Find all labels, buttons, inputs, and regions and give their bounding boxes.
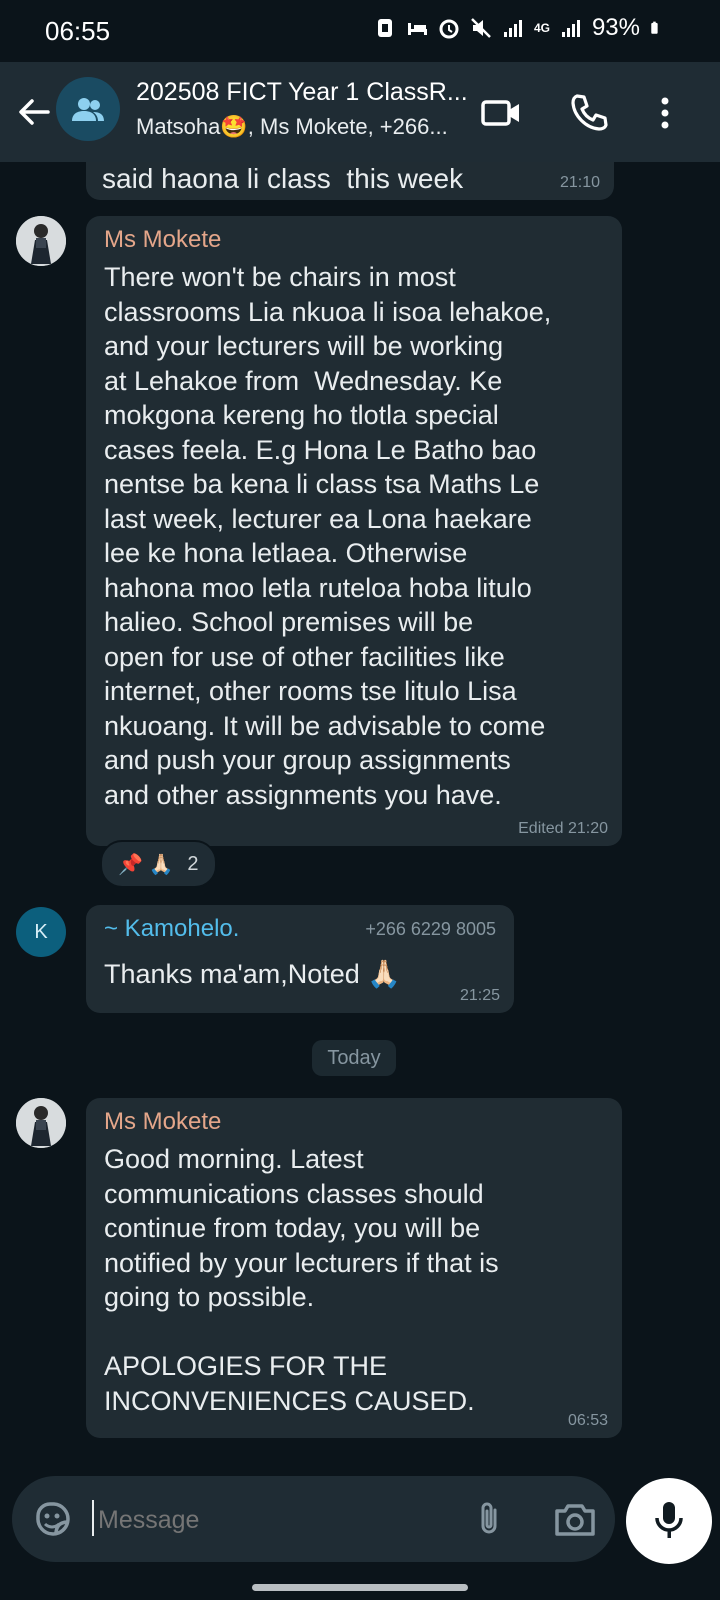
sender-name[interactable]: Ms Mokete: [104, 1108, 221, 1136]
message-bubble[interactable]: Ms Mokete There won't be chairs in most …: [86, 216, 622, 846]
message-input[interactable]: [96, 1496, 450, 1544]
message-text: Thanks ma'am,Noted 🙏🏻: [104, 959, 401, 989]
group-members[interactable]: Matsoha🤩, Ms Mokete, +266...: [136, 114, 448, 140]
microphone-icon: [655, 1502, 683, 1538]
message-time: 21:25: [459, 987, 500, 1004]
mute-icon: [471, 18, 491, 38]
message-bubble[interactable]: ~ Kamohelo. +266 6229 8005 Thanks ma'am,…: [86, 905, 514, 1013]
reaction-emojis: 📌 🙏🏻: [118, 853, 174, 876]
group-title[interactable]: 202508 FICT Year 1 ClassR...: [136, 78, 468, 107]
signal-icon-2: [561, 20, 580, 37]
date-divider: Today: [312, 1040, 396, 1076]
alarm-icon: [439, 19, 459, 39]
avatar[interactable]: [16, 216, 66, 266]
chat-header: 202508 FICT Year 1 ClassR... Matsoha🤩, M…: [0, 62, 720, 162]
avatar-photo: [16, 1098, 66, 1148]
arrow-left-icon[interactable]: [14, 92, 54, 132]
message-text: Good morning. Latest communications clas…: [104, 1144, 499, 1416]
home-gesture-pill[interactable]: [252, 1584, 468, 1591]
signal-icon: [503, 20, 522, 37]
message-input-bar: [12, 1476, 615, 1562]
edited-label: Edited: [518, 820, 564, 837]
video-call-icon[interactable]: [480, 92, 522, 134]
avatar[interactable]: K: [16, 907, 66, 957]
reactions-pill[interactable]: 📌 🙏🏻 2: [100, 840, 217, 888]
paperclip-icon[interactable]: [468, 1498, 510, 1540]
status-time: 06:55: [45, 16, 111, 46]
mic-button[interactable]: [626, 1478, 712, 1564]
message-time: 21:20: [567, 820, 608, 837]
message-bubble[interactable]: Ms Mokete Good morning. Latest communica…: [86, 1098, 622, 1438]
battery-percent: 93%: [591, 14, 640, 41]
battery-icon: [651, 21, 658, 34]
avatar[interactable]: [16, 1098, 66, 1148]
reaction-count: 2: [187, 852, 199, 875]
message-time: 06:53: [567, 1412, 608, 1429]
sender-phone: +266 6229 8005: [365, 919, 496, 939]
text-cursor: [92, 1500, 94, 1536]
message-text: said haona li class this week: [102, 163, 464, 194]
message-bubble[interactable]: said haona li class this week 21:10: [86, 162, 614, 200]
sender-name[interactable]: ~ Kamohelo.: [104, 915, 239, 943]
sender-name[interactable]: Ms Mokete: [104, 226, 221, 254]
avatar-photo: [16, 216, 66, 266]
chat-area[interactable]: said haona li class this week 21:10 Ms M…: [0, 162, 720, 1477]
message-time: 21:10: [559, 174, 600, 191]
group-avatar[interactable]: [56, 77, 120, 141]
network-type: 4G: [533, 21, 550, 35]
status-icons: 4G 93%: [374, 14, 664, 42]
bixby-routine-icon: [377, 19, 392, 37]
group-icon: [72, 98, 104, 121]
phone-icon[interactable]: [568, 92, 610, 134]
avatar-letter: K: [34, 920, 48, 943]
message-meta: Edited 21:20: [518, 820, 608, 838]
sticker-icon[interactable]: [32, 1498, 74, 1540]
camera-icon[interactable]: [552, 1498, 598, 1540]
bed-icon: [407, 23, 427, 35]
navigation-bar: [0, 1565, 720, 1600]
status-bar: 06:55 4G 93%: [0, 0, 720, 62]
message-text: There won't be chairs in most classrooms…: [104, 262, 552, 810]
more-vert-icon[interactable]: [644, 92, 686, 134]
